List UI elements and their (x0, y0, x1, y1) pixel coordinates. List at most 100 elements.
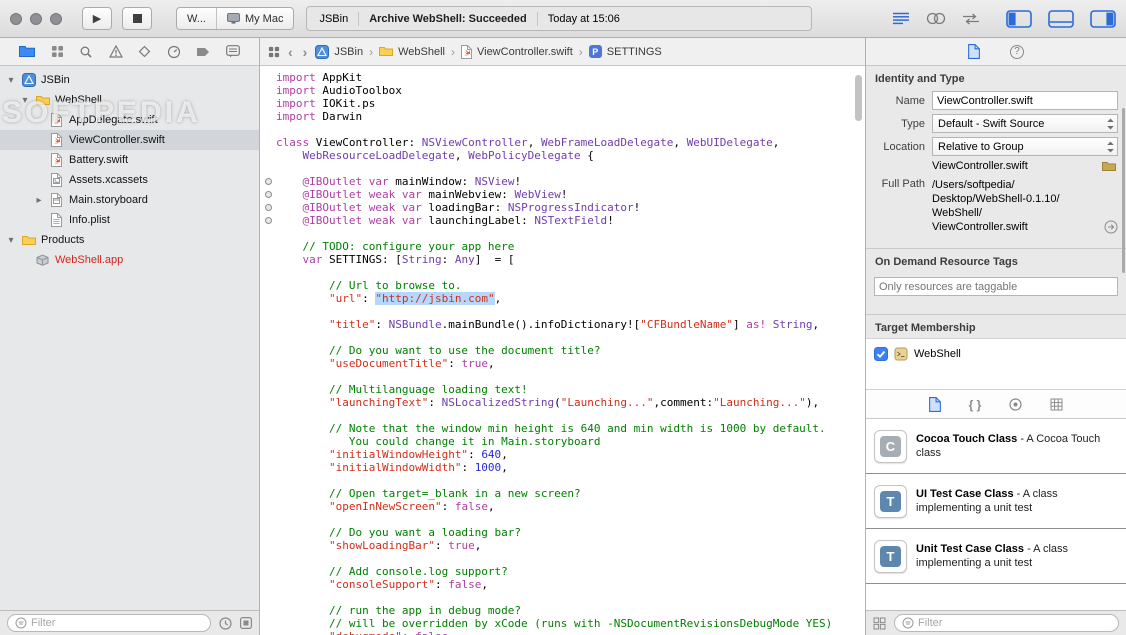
library-tab-file-template-library[interactable] (928, 397, 941, 412)
gutter-cell (260, 149, 276, 162)
gutter-cell (260, 136, 276, 149)
traffic-lights (10, 12, 62, 25)
code-text: import IOKit.ps (276, 97, 376, 110)
library-item-title: UI Test Case Class (916, 488, 1014, 500)
play-icon: ▶ (92, 13, 102, 25)
fullpath-label: Full Path (881, 178, 925, 190)
disclosure-open-icon[interactable]: ▾ (6, 235, 16, 246)
tree-row[interactable]: ▾ WebShell (0, 90, 259, 110)
inspector-tab-file-inspector[interactable] (968, 44, 980, 59)
navigator-tab-report-navigator[interactable] (225, 45, 240, 58)
library-grid-icon[interactable] (873, 617, 886, 630)
version-editor-button[interactable] (962, 13, 980, 25)
code-text: // TODO: configure your app here (302, 240, 515, 253)
breadcrumb-item[interactable]: ViewController.swift (460, 44, 573, 59)
code-line: import AudioToolbox (260, 84, 865, 97)
forward-button[interactable]: › (301, 45, 310, 59)
run-button[interactable]: ▶ (82, 7, 112, 30)
tree-row[interactable]: ▾ Products (0, 230, 259, 250)
code-line (260, 513, 865, 526)
navigator-tab-symbol-navigator[interactable] (51, 45, 64, 58)
titlebar-right (892, 9, 1116, 28)
tree-row[interactable]: ViewController.swift (0, 130, 259, 150)
library-tab-media-library[interactable] (1050, 398, 1063, 411)
navigator-tab-project-navigator[interactable] (19, 45, 36, 58)
assistant-editor-icon (926, 12, 946, 25)
zoom-button[interactable] (50, 12, 62, 25)
close-button[interactable] (10, 12, 22, 25)
source-control-filter-icon[interactable] (240, 617, 252, 629)
navigator-tab-breakpoint-navigator[interactable] (196, 46, 210, 58)
code-text: WebResourceLoadDelegate, WebPolicyDelega… (302, 149, 594, 162)
navigator-tab-issue-navigator[interactable] (108, 45, 123, 58)
stop-button[interactable] (122, 7, 152, 30)
code-line: @IBOutlet weak var launchingLabel: NSTex… (260, 214, 865, 227)
minimize-button[interactable] (30, 12, 42, 25)
tree-row[interactable]: Assets.xcassets (0, 170, 259, 190)
tree-row[interactable]: WebShell.app (0, 250, 259, 270)
location-popup[interactable]: Relative to Group (932, 137, 1118, 156)
reveal-folder-icon[interactable] (1102, 161, 1118, 172)
code-line: import Darwin (260, 110, 865, 123)
navigator-filter-input[interactable] (31, 617, 203, 629)
library-item[interactable]: T UI Test Case Class - A class implementi… (866, 474, 1126, 529)
standard-editor-button[interactable] (892, 12, 910, 25)
inspector-scrollbar[interactable] (1122, 108, 1125, 273)
scheme-segment[interactable]: W... (177, 8, 216, 29)
navigator-tab-find-navigator[interactable] (79, 45, 93, 59)
folder-icon (21, 235, 36, 246)
target-row[interactable]: WebShell (874, 344, 1118, 364)
navigator-tab-test-navigator[interactable] (138, 45, 151, 58)
disclosure-open-icon[interactable]: ▾ (20, 95, 30, 106)
tree-row[interactable]: ▸ Main.storyboard (0, 190, 259, 210)
breadcrumb-separator: › (369, 44, 374, 59)
gutter-cell (260, 617, 276, 630)
inspector-tab-quick-help[interactable]: ? (1010, 44, 1024, 59)
template-icon: T (874, 485, 907, 518)
toggle-navigator-button[interactable] (1006, 9, 1032, 28)
back-button[interactable]: ‹ (286, 45, 295, 59)
editor-scrollbar[interactable] (855, 75, 862, 121)
fullpath-line: ViewController.swift (932, 221, 1028, 233)
target-membership-list: WebShell (866, 338, 1126, 390)
name-field[interactable] (932, 91, 1118, 110)
library-tab-code-snippet-library[interactable]: { } (969, 398, 982, 412)
disclosure-open-icon[interactable]: ▾ (6, 75, 16, 86)
type-popup[interactable]: Default - Swift Source (932, 114, 1118, 133)
target-label: WebShell (914, 348, 961, 360)
navigator-filter-field[interactable] (7, 614, 211, 632)
gutter-cell (260, 383, 276, 396)
related-items-icon[interactable] (268, 46, 280, 58)
destination-segment[interactable]: My Mac (217, 8, 294, 29)
odr-tags-field[interactable] (874, 277, 1118, 296)
library-item[interactable]: T Unit Test Case Class - A class implemen… (866, 529, 1126, 584)
tree-row[interactable]: AppDelegate.swift (0, 110, 259, 130)
checkbox-checked-icon[interactable] (874, 347, 888, 361)
toggle-utilities-button[interactable] (1090, 9, 1116, 28)
assistant-editor-button[interactable] (926, 12, 946, 25)
toggle-debug-area-button[interactable] (1048, 9, 1074, 28)
disclosure-closed-icon[interactable]: ▸ (34, 195, 44, 206)
tree-row[interactable]: Battery.swift (0, 150, 259, 170)
breadcrumb-item[interactable]: JSBin (315, 44, 363, 59)
gutter-cell (260, 539, 276, 552)
type-value: Default - Swift Source (938, 117, 1045, 130)
tree-row[interactable]: Info.plist (0, 210, 259, 230)
template-icon: C (874, 430, 907, 463)
library-filter-field[interactable] (894, 614, 1119, 632)
library-filter-input[interactable] (918, 617, 1111, 629)
code-editor[interactable]: import AppKit import AudioToolbox import I… (260, 66, 865, 635)
swift-file-icon (49, 113, 64, 127)
library-item[interactable]: C Cocoa Touch Class - A Cocoa Touch class (866, 419, 1126, 474)
recent-files-icon[interactable] (219, 616, 232, 630)
scheme-selector[interactable]: W... My Mac (176, 7, 295, 30)
open-path-arrow-icon[interactable] (1104, 220, 1118, 234)
inspector-sections: Identity and Type Name Type Default - Sw… (866, 66, 1126, 390)
code-text: // will be overridden by xCode (runs wit… (328, 617, 833, 630)
code-line (260, 552, 865, 565)
library-tab-object-library[interactable] (1009, 398, 1022, 411)
tree-row[interactable]: ▾ JSBin (0, 70, 259, 90)
breadcrumb-item[interactable]: WebShell (379, 46, 445, 58)
breadcrumb-item[interactable]: P SETTINGS (588, 45, 662, 58)
navigator-tab-debug-navigator[interactable] (167, 45, 181, 59)
